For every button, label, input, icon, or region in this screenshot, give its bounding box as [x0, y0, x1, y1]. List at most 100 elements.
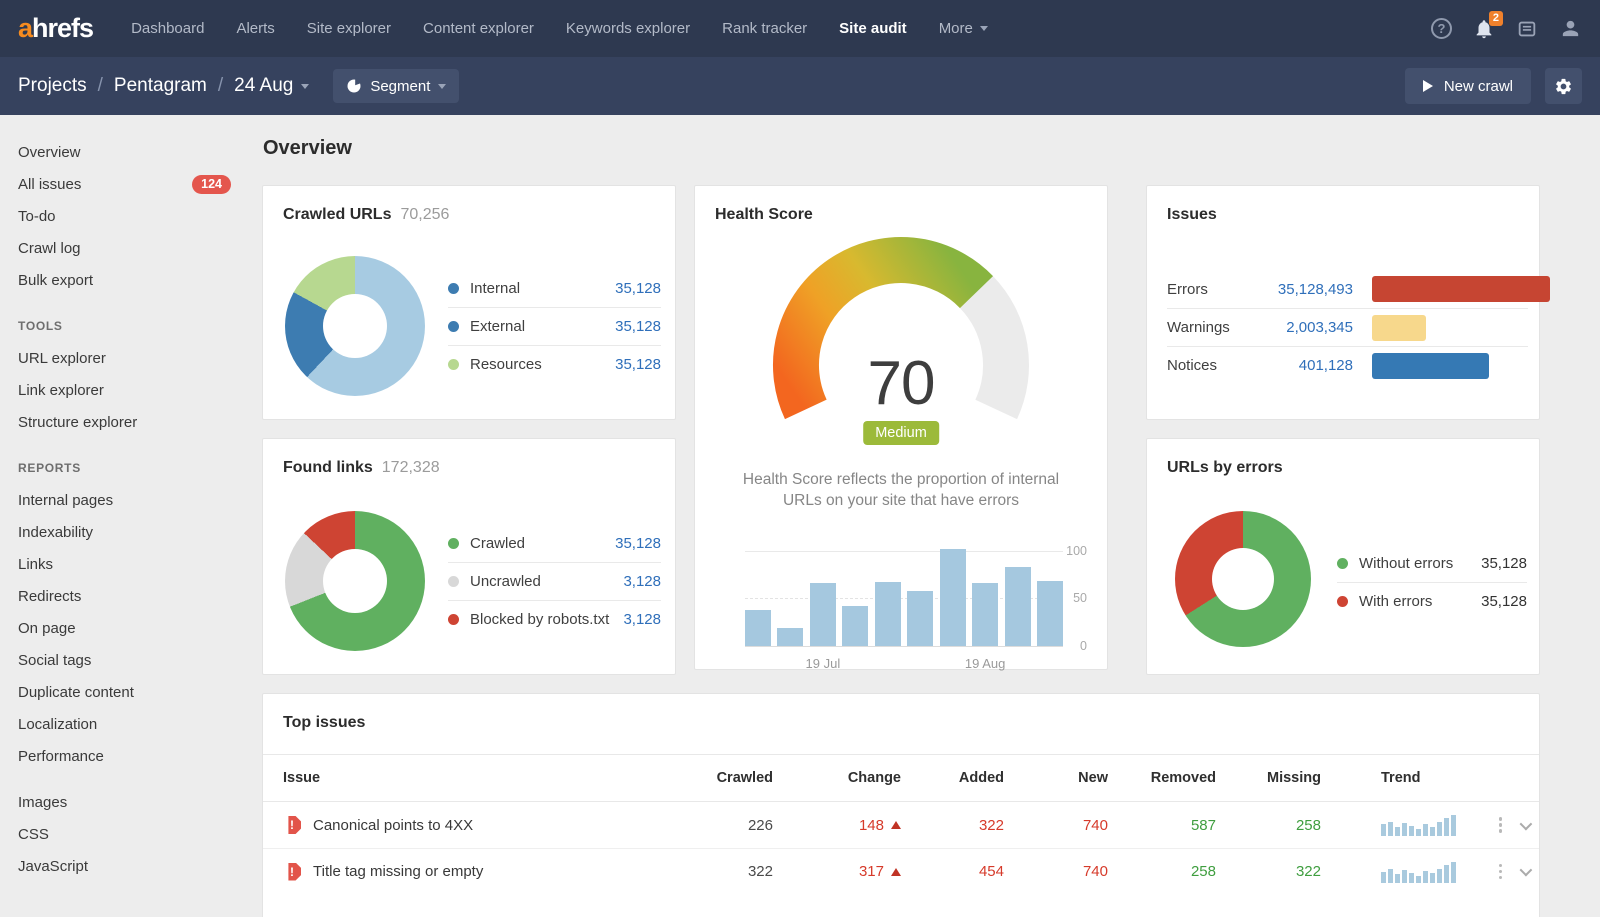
- nav-item-alerts[interactable]: Alerts: [220, 0, 290, 57]
- nav-item-rank-tracker[interactable]: Rank tracker: [706, 0, 823, 57]
- found-links-card: Found links172,328 Crawled35,128Uncrawle…: [262, 438, 676, 675]
- column-header-new: New: [1004, 770, 1108, 786]
- row-menu-icon[interactable]: [1496, 861, 1506, 883]
- top-issues-table-header: IssueCrawledChangeAddedNewRemovedMissing…: [263, 754, 1539, 802]
- sidebar-item-social-tags[interactable]: Social tags: [0, 644, 252, 676]
- card-title: URLs by errors: [1167, 459, 1283, 477]
- error-icon: !: [283, 816, 301, 834]
- spark-bar: [1409, 826, 1414, 836]
- expand-row-chevron-icon[interactable]: [1520, 817, 1533, 830]
- sidebar-item-structure-explorer[interactable]: Structure explorer: [0, 406, 252, 438]
- change-cell[interactable]: 148: [773, 817, 901, 834]
- health-score-history-chart: 100 50 0 19 Jul 19 Aug: [715, 549, 1087, 679]
- issue-name-label: Canonical points to 4XX: [313, 817, 473, 834]
- card-total: 70,256: [400, 206, 449, 223]
- card-total: 172,328: [382, 459, 440, 476]
- legend-value[interactable]: 35,128: [615, 318, 661, 335]
- sidebar-item-label: Performance: [18, 748, 104, 765]
- sidebar-group: TOOLSURL explorerLink explorerStructure …: [0, 310, 252, 438]
- chevron-down-icon: [980, 26, 988, 31]
- notifications-bell-icon[interactable]: 2: [1473, 18, 1495, 40]
- segment-button[interactable]: Segment: [333, 69, 459, 103]
- removed-count-link[interactable]: 258: [1108, 863, 1216, 880]
- sidebar-item-localization[interactable]: Localization: [0, 708, 252, 740]
- legend-item: Crawled 35,128: [448, 524, 661, 562]
- added-count-link[interactable]: 454: [901, 863, 1004, 880]
- sidebar-item-redirects[interactable]: Redirects: [0, 580, 252, 612]
- legend-value[interactable]: 35,128: [615, 356, 661, 373]
- row-menu-icon[interactable]: [1496, 814, 1506, 836]
- sidebar-item-javascript[interactable]: JavaScript: [0, 850, 252, 882]
- history-bar: [940, 549, 966, 646]
- severity-count-link[interactable]: 35,128,493: [1257, 281, 1353, 298]
- card-title: Issues: [1167, 206, 1217, 224]
- sidebar-item-internal-pages[interactable]: Internal pages: [0, 484, 252, 516]
- crawl-date-selector[interactable]: 24 Aug: [234, 75, 309, 97]
- legend-value[interactable]: 35,128: [615, 280, 661, 297]
- expand-row-chevron-icon[interactable]: [1520, 864, 1533, 877]
- user-avatar-icon[interactable]: [1559, 17, 1582, 40]
- severity-count-link[interactable]: 2,003,345: [1257, 319, 1353, 336]
- nav-item-keywords-explorer[interactable]: Keywords explorer: [550, 0, 706, 57]
- legend-item: Uncrawled3,128: [448, 562, 661, 600]
- legend-value[interactable]: 3,128: [623, 611, 661, 628]
- added-count-link[interactable]: 322: [901, 817, 1004, 834]
- y-tick: 100: [1066, 544, 1087, 558]
- missing-count-link[interactable]: 258: [1216, 817, 1321, 834]
- breadcrumb-projects-link[interactable]: Projects: [18, 75, 87, 97]
- new-count-link[interactable]: 740: [1004, 863, 1108, 880]
- sidebar-item-overview[interactable]: Overview: [0, 136, 252, 168]
- nav-item-site-explorer[interactable]: Site explorer: [291, 0, 407, 57]
- spark-bar: [1444, 865, 1449, 883]
- play-icon: [1423, 80, 1433, 92]
- sidebar-item-to-do[interactable]: To-do: [0, 200, 252, 232]
- urls-by-errors-donut-chart: [1175, 511, 1311, 647]
- history-bar: [777, 628, 803, 646]
- sidebar-item-crawl-log[interactable]: Crawl log: [0, 232, 252, 264]
- sidebar-section-reports: REPORTS: [0, 452, 252, 484]
- removed-count-link[interactable]: 587: [1108, 817, 1216, 834]
- legend-item: Blocked by robots.txt3,128: [448, 600, 661, 638]
- ahrefs-logo[interactable]: a hrefs: [18, 13, 93, 44]
- column-header-trend: Trend: [1321, 770, 1471, 786]
- sidebar-item-link-explorer[interactable]: Link explorer: [0, 374, 252, 406]
- breadcrumb-project-name[interactable]: Pentagram: [114, 75, 207, 97]
- nav-item-site-audit[interactable]: Site audit: [823, 0, 923, 57]
- new-crawl-button[interactable]: New crawl: [1405, 68, 1531, 104]
- legend-label: Crawled: [470, 535, 525, 552]
- logo-text: hrefs: [32, 13, 93, 44]
- sidebar-item-bulk-export[interactable]: Bulk export: [0, 264, 252, 296]
- history-bar: [1037, 581, 1063, 646]
- change-cell[interactable]: 317: [773, 863, 901, 880]
- change-value: 317: [859, 863, 884, 880]
- severity-count-link[interactable]: 401,128: [1257, 357, 1353, 374]
- sidebar-item-duplicate-content[interactable]: Duplicate content: [0, 676, 252, 708]
- top-issue-row: !Canonical points to 4XX2261483227405872…: [263, 802, 1539, 848]
- sidebar-section-tools: TOOLS: [0, 310, 252, 342]
- sidebar-item-all-issues[interactable]: All issues124: [0, 168, 252, 200]
- nav-item-more[interactable]: More: [923, 0, 1004, 57]
- nav-item-content-explorer[interactable]: Content explorer: [407, 0, 550, 57]
- legend-value[interactable]: 35,128: [615, 535, 661, 552]
- sidebar-item-css[interactable]: CSS: [0, 818, 252, 850]
- help-icon[interactable]: ?: [1431, 18, 1452, 39]
- new-count-link[interactable]: 740: [1004, 817, 1108, 834]
- sidebar-item-links[interactable]: Links: [0, 548, 252, 580]
- sidebar-item-performance[interactable]: Performance: [0, 740, 252, 772]
- legend-value[interactable]: 3,128: [623, 573, 661, 590]
- issue-name-link[interactable]: ! Canonical points to 4XX: [283, 816, 683, 834]
- settings-gear-icon[interactable]: [1545, 68, 1582, 104]
- legend-label: With errors: [1359, 593, 1432, 610]
- sidebar-item-indexability[interactable]: Indexability: [0, 516, 252, 548]
- sidebar-item-on-page[interactable]: On page: [0, 612, 252, 644]
- sidebar-item-url-explorer[interactable]: URL explorer: [0, 342, 252, 374]
- missing-count-link[interactable]: 322: [1216, 863, 1321, 880]
- sidebar-item-images[interactable]: Images: [0, 786, 252, 818]
- legend-item: External35,128: [448, 307, 661, 345]
- feedback-message-icon[interactable]: [1516, 18, 1538, 40]
- legend-label: Internal: [470, 280, 520, 297]
- legend-label: Without errors: [1359, 555, 1453, 572]
- issue-name-link[interactable]: !Title tag missing or empty: [283, 863, 683, 881]
- nav-item-dashboard[interactable]: Dashboard: [115, 0, 220, 57]
- gear-glyph: [1554, 77, 1573, 96]
